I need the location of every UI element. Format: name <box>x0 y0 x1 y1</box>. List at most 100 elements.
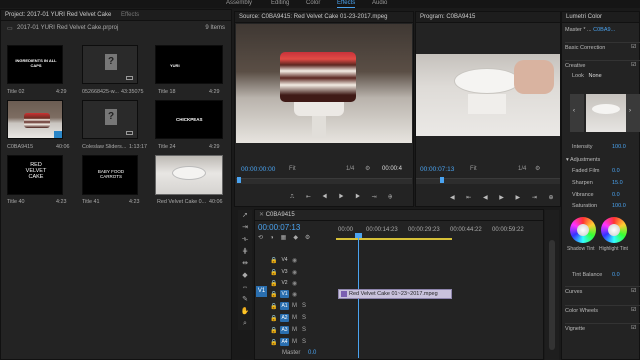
checkbox-icon[interactable]: ☑ <box>631 307 636 313</box>
playhead[interactable] <box>440 177 444 183</box>
playhead-handle[interactable] <box>355 233 362 238</box>
lock-icon[interactable]: 🔒 <box>270 315 277 322</box>
adjust-value[interactable]: 100.0 <box>612 203 626 209</box>
rolling-edit-tool-icon[interactable]: ⋕ <box>238 246 252 258</box>
eye-icon[interactable]: ◉ <box>292 269 297 276</box>
lock-icon[interactable]: 🔒 <box>270 257 277 264</box>
thumb-missing-media[interactable]: ? <box>82 45 138 84</box>
thumb-title-02[interactable]: INGREDIENTS IN ALL CAPS <box>7 45 63 84</box>
razor-tool-icon[interactable]: ◆ <box>238 270 252 282</box>
source-video-frame[interactable] <box>236 24 412 143</box>
track-label[interactable]: A1 <box>280 302 289 310</box>
shadow-tint-wheel[interactable] <box>570 217 596 243</box>
lock-icon[interactable]: 🔒 <box>270 327 277 334</box>
program-timecode[interactable]: 00:00:07:13 <box>420 166 454 173</box>
playhead[interactable] <box>237 177 241 183</box>
checkbox-icon[interactable]: ☑ <box>631 325 636 331</box>
program-video-frame[interactable] <box>416 54 560 136</box>
program-scrubber[interactable] <box>416 177 560 184</box>
wrench-icon[interactable]: ⚙ <box>365 165 370 172</box>
section-vignette[interactable]: Vignette ☑ <box>565 323 640 333</box>
master-clip-select[interactable]: Master * ... C0BA9... <box>565 27 640 33</box>
workspace-audio[interactable]: Audio <box>372 0 387 7</box>
section-color-wheels[interactable]: Color Wheels ☑ <box>565 305 640 315</box>
section-basic-correction[interactable]: Basic Correction ☑ <box>565 42 640 52</box>
timeline-clip-v1[interactable]: Red Velvet Cake 01~23~2017.mpeg <box>338 289 452 299</box>
thumb-plate-clip[interactable] <box>155 155 223 195</box>
look-next-button[interactable]: › <box>626 94 640 132</box>
adjust-value[interactable]: 0.0 <box>612 168 620 174</box>
ripple-edit-tool-icon[interactable]: ⟛ <box>238 234 252 246</box>
close-icon[interactable]: ✕ <box>259 212 266 218</box>
rate-stretch-tool-icon[interactable]: ⇹ <box>238 258 252 270</box>
track-select-tool-icon[interactable]: ⇥ <box>238 222 252 234</box>
tint-balance-value[interactable]: 0.0 <box>612 272 620 278</box>
pen-tool-icon[interactable]: ✎ <box>238 294 252 306</box>
checkbox-icon[interactable]: ☑ <box>631 62 636 68</box>
solo-button[interactable]: S <box>302 339 306 345</box>
program-fit-select[interactable]: Fit <box>470 166 477 172</box>
track-label[interactable]: V4 <box>280 256 289 264</box>
timeline-timecode[interactable]: 00:00:07:13 <box>258 223 300 232</box>
solo-button[interactable]: S <box>302 327 306 333</box>
zoom-tool-icon[interactable]: ⌕ <box>238 318 252 330</box>
section-creative[interactable]: Creative ☑ <box>565 60 640 70</box>
thumb-missing-media[interactable]: ? <box>82 100 138 139</box>
workspace-effects[interactable]: Effects <box>337 0 356 8</box>
thumb-title-18[interactable]: YURI <box>155 45 223 84</box>
checkbox-icon[interactable]: ☑ <box>631 44 636 50</box>
adjustments-header[interactable]: ▾ Adjustments <box>566 157 640 163</box>
solo-button[interactable]: S <box>302 303 306 309</box>
intensity-value[interactable]: 100.0 <box>612 144 626 150</box>
eye-icon[interactable]: ◉ <box>292 291 297 298</box>
mute-button[interactable]: M <box>292 303 297 309</box>
adjust-value[interactable]: 0.0 <box>612 192 620 198</box>
source-patch-v1[interactable]: V1 <box>256 286 267 297</box>
work-area-bar[interactable] <box>336 238 452 240</box>
master-volume[interactable]: 0.0 <box>308 350 316 356</box>
source-fit-select[interactable]: Fit <box>289 166 296 172</box>
thumb-title-40[interactable]: RED VELVET CAKE <box>7 155 63 195</box>
track-label[interactable]: A3 <box>280 326 289 334</box>
look-preview[interactable] <box>586 94 626 132</box>
lock-icon[interactable]: 🔒 <box>270 280 277 287</box>
timeline-tab[interactable]: ✕ C0BA9415 <box>255 210 543 221</box>
scroll-thumb[interactable] <box>549 240 555 350</box>
adjust-value[interactable]: 15.0 <box>612 180 623 186</box>
section-curves[interactable]: Curves ☑ <box>565 286 640 296</box>
checkbox-icon[interactable]: ☑ <box>631 288 636 294</box>
selection-tool-icon[interactable]: ➚ <box>238 210 252 222</box>
thumb-cake-clip[interactable] <box>7 100 63 139</box>
lock-icon[interactable]: 🔒 <box>270 339 277 346</box>
wrench-icon[interactable]: ⚙ <box>535 165 540 172</box>
eye-icon[interactable]: ◉ <box>292 257 297 264</box>
timeline-scrollbar[interactable] <box>545 210 559 360</box>
program-ratio-select[interactable]: 1/4 <box>518 166 526 172</box>
thumb-title-24[interactable]: CHICKPEAS <box>155 100 223 139</box>
mute-button[interactable]: M <box>292 315 297 321</box>
look-row[interactable]: Look None <box>572 73 640 79</box>
mute-button[interactable]: M <box>292 327 297 333</box>
source-timecode[interactable]: 00:00:00:00 <box>241 166 275 173</box>
tab-project[interactable]: Project: 2017-01 YURI Red Velvet Cake <box>5 12 111 18</box>
program-tab[interactable]: Program: C0BA9415 <box>416 12 560 23</box>
lock-icon[interactable]: 🔒 <box>270 291 277 298</box>
lock-icon[interactable]: 🔒 <box>270 269 277 276</box>
look-prev-button[interactable]: ‹ <box>570 94 584 132</box>
workspace-assembly[interactable]: Assembly <box>226 0 252 7</box>
mute-button[interactable]: M <box>292 339 297 345</box>
eye-icon[interactable]: ◉ <box>292 280 297 287</box>
workspace-editing[interactable]: Editing <box>271 0 289 7</box>
thumb-title-41[interactable]: BABY FOOD CARROTS <box>82 155 138 195</box>
tab-effects[interactable]: Effects <box>121 12 139 18</box>
highlight-tint-wheel[interactable] <box>601 217 627 243</box>
track-label[interactable]: V2 <box>280 279 289 287</box>
track-label[interactable]: V1 <box>280 290 289 298</box>
lumetri-tab[interactable]: Lumetri Color <box>562 12 639 23</box>
solo-button[interactable]: S <box>302 315 306 321</box>
source-scrubber[interactable] <box>236 177 412 184</box>
program-transport-controls[interactable]: ◀ ⇤ ◀ ▶ ▶ ⇥ ⊕ <box>450 194 559 201</box>
timeline-ruler[interactable]: 00:00 00:00:14:23 00:00:29:23 00:00:44:2… <box>336 224 542 234</box>
hand-tool-icon[interactable]: ✋ <box>238 306 252 318</box>
intensity-row[interactable]: Intensity <box>572 144 640 150</box>
